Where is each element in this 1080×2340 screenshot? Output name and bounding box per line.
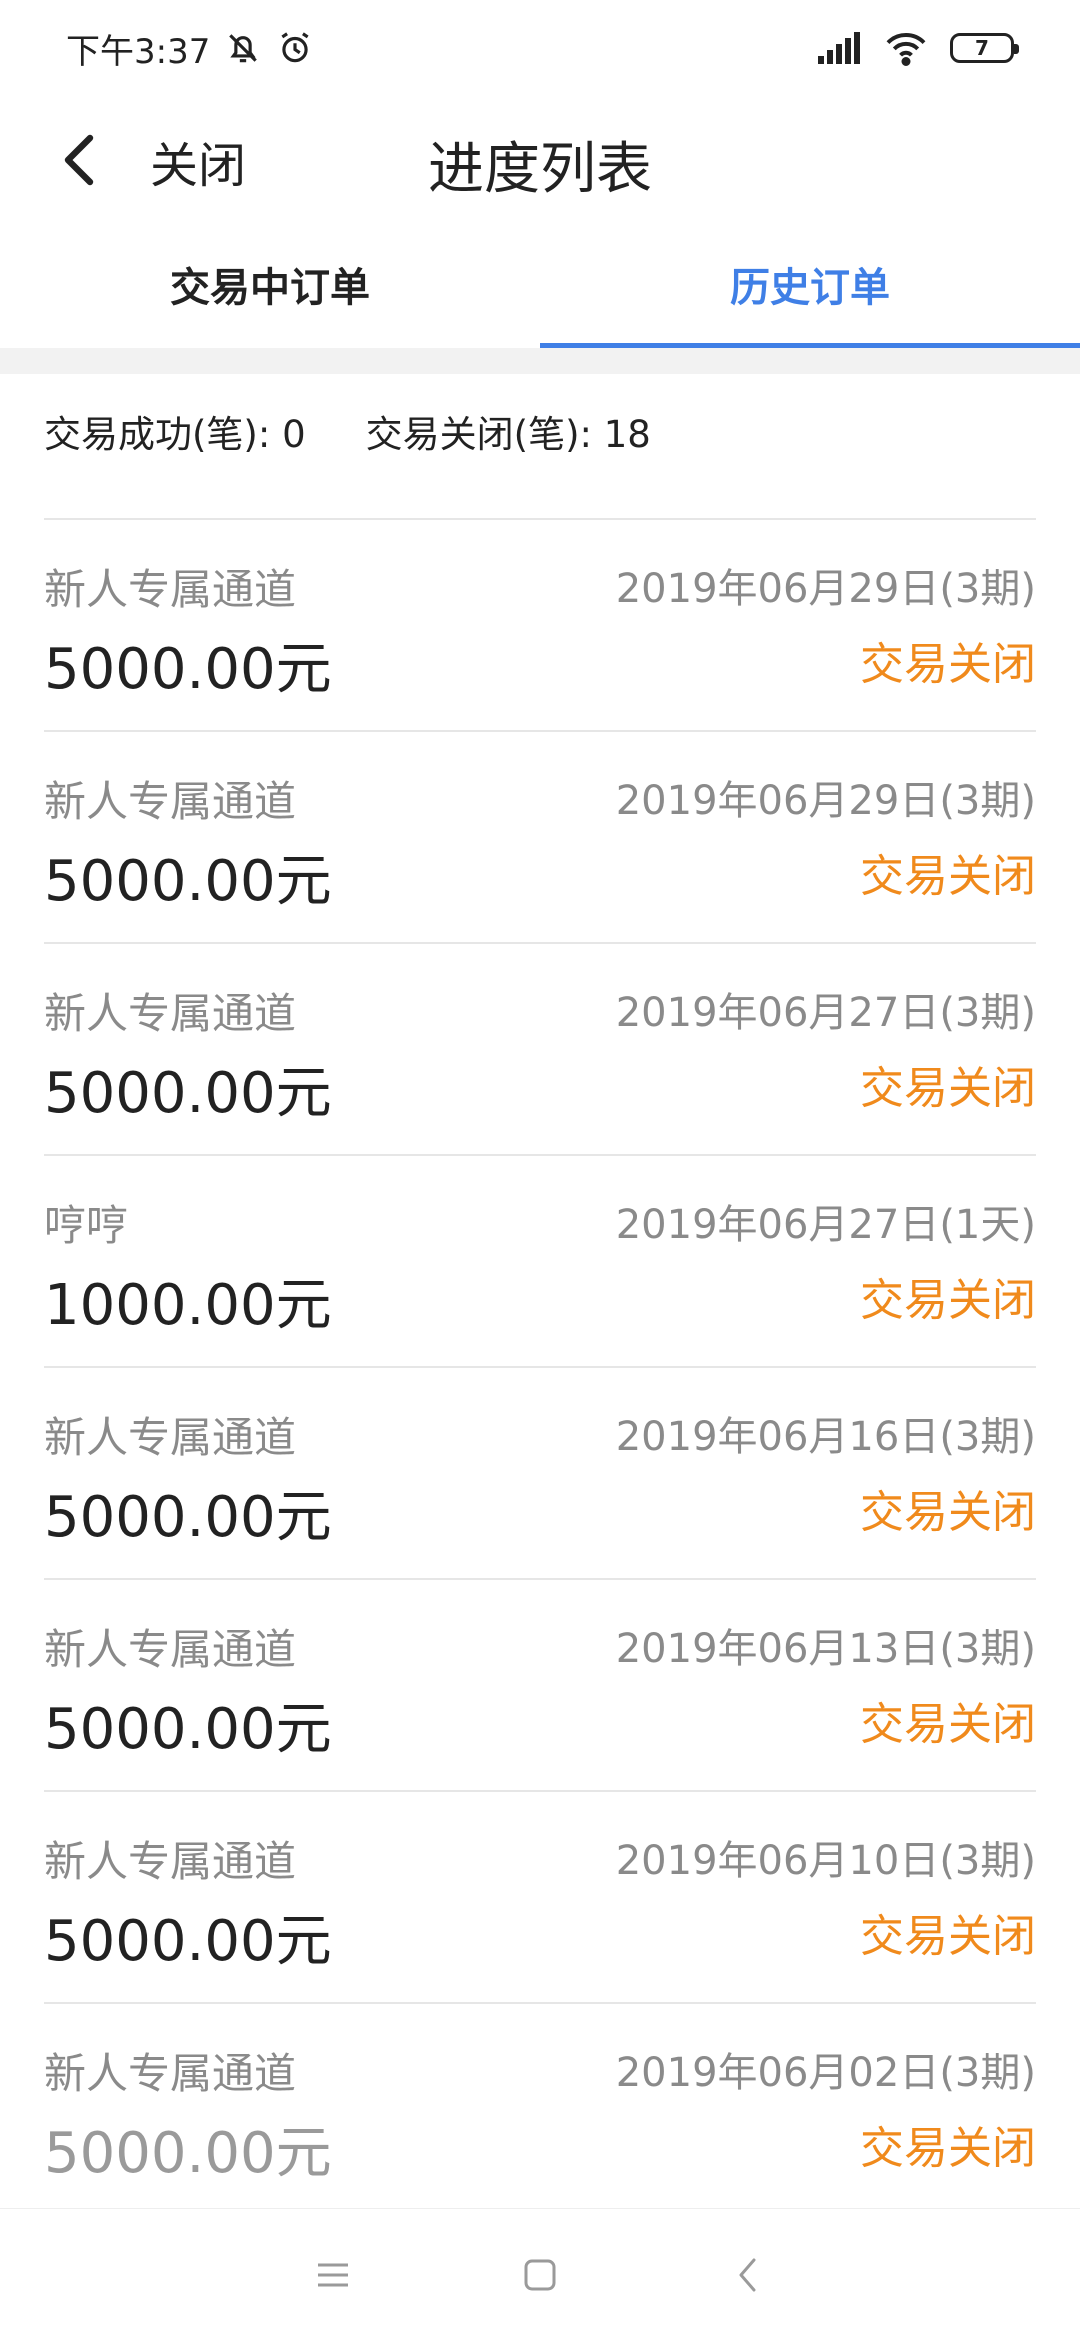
order-status: 交易关闭 <box>860 1063 1036 1114</box>
order-name: 新人专属通道 <box>44 989 297 1038</box>
status-time: 下午3:37 <box>66 31 211 72</box>
order-name: 新人专属通道 <box>44 1837 297 1886</box>
order-name: 哼哼 <box>44 1201 129 1250</box>
list-item[interactable]: 新人专属通道 5000.00元 2019年06月10日(3期) 交易关闭 <box>44 1792 1036 2004</box>
order-status: 交易关闭 <box>860 851 1036 902</box>
menu-button[interactable] <box>293 2235 373 2315</box>
order-amount: 5000.00元 <box>44 1697 332 1762</box>
page-title: 进度列表 <box>428 137 652 202</box>
list-item[interactable]: 新人专属通道 5000.00元 2019年06月27日(3期) 交易关闭 <box>44 944 1036 1156</box>
list-item[interactable]: 新人专属通道 5000.00元 2019年06月02日(3期) 交易关闭 <box>44 2004 1036 2216</box>
section-divider <box>0 348 1080 374</box>
wifi-icon <box>884 30 928 66</box>
success-count: 交易成功(笔): 0 <box>44 413 306 456</box>
order-amount: 5000.00元 <box>44 2121 332 2186</box>
order-status: 交易关闭 <box>860 1911 1036 1962</box>
order-date: 2019年06月27日(1天) <box>615 1202 1036 1248</box>
order-status: 交易关闭 <box>860 639 1036 690</box>
order-date: 2019年06月29日(3期) <box>615 778 1036 824</box>
alarm-icon <box>276 29 314 67</box>
menu-icon <box>318 2263 349 2286</box>
order-amount: 5000.00元 <box>44 849 332 914</box>
order-date: 2019年06月13日(3期) <box>615 1626 1036 1672</box>
signal-icon <box>818 31 862 65</box>
order-name: 新人专属通道 <box>44 1413 297 1462</box>
status-left: 下午3:37 <box>66 24 314 73</box>
order-summary: 交易成功(笔): 0 交易关闭(笔): 18 <box>44 404 651 458</box>
tab-trading-orders[interactable]: 交易中订单 <box>0 220 540 348</box>
chevron-left-icon <box>739 2258 756 2291</box>
list-item[interactable]: 新人专属通道 5000.00元 2019年06月29日(3期) 交易关闭 <box>44 520 1036 732</box>
order-date: 2019年06月10日(3期) <box>615 1838 1036 1884</box>
system-nav-bar <box>0 2208 1080 2340</box>
order-date: 2019年06月27日(3期) <box>615 990 1036 1036</box>
tab-history-orders[interactable]: 历史订单 <box>540 220 1080 348</box>
order-amount: 5000.00元 <box>44 1909 332 1974</box>
list-item[interactable]: 新人专属通道 5000.00元 2019年06月13日(3期) 交易关闭 <box>44 1580 1036 1792</box>
order-date: 2019年06月29日(3期) <box>615 566 1036 612</box>
status-bar: 下午3:37 7 <box>0 0 1080 96</box>
list-item[interactable]: 哼哼 1000.00元 2019年06月27日(1天) 交易关闭 <box>44 1156 1036 1368</box>
order-name: 新人专属通道 <box>44 777 297 826</box>
order-date: 2019年06月02日(3期) <box>615 2050 1036 2096</box>
status-right: 7 <box>818 30 1019 66</box>
mute-bell-icon <box>224 29 262 67</box>
battery-level: 7 <box>975 36 989 60</box>
order-tabs: 交易中订单 历史订单 <box>0 220 1080 348</box>
order-date: 2019年06月16日(3期) <box>615 1414 1036 1460</box>
order-status: 交易关闭 <box>860 1275 1036 1326</box>
home-button[interactable] <box>500 2235 580 2315</box>
order-status: 交易关闭 <box>860 1487 1036 1538</box>
list-item[interactable]: 新人专属通道 5000.00元 2019年06月29日(3期) 交易关闭 <box>44 732 1036 944</box>
order-status: 交易关闭 <box>860 1699 1036 1750</box>
nav-back-button[interactable] <box>707 2235 787 2315</box>
app-header: 关闭 进度列表 <box>0 96 1080 220</box>
home-square-icon <box>524 2259 556 2290</box>
order-amount: 5000.00元 <box>44 1061 332 1126</box>
order-amount: 5000.00元 <box>44 1485 332 1550</box>
order-amount: 1000.00元 <box>44 1273 332 1338</box>
order-amount: 5000.00元 <box>44 637 332 702</box>
battery-icon: 7 <box>950 33 1019 63</box>
order-name: 新人专属通道 <box>44 565 297 614</box>
order-status: 交易关闭 <box>860 2123 1036 2174</box>
order-name: 新人专属通道 <box>44 1625 297 1674</box>
list-item[interactable]: 新人专属通道 5000.00元 2019年06月16日(3期) 交易关闭 <box>44 1368 1036 1580</box>
order-list: 新人专属通道 5000.00元 2019年06月29日(3期) 交易关闭 新人专… <box>44 520 1036 2216</box>
closed-count: 交易关闭(笔): 18 <box>365 413 651 456</box>
order-name: 新人专属通道 <box>44 2049 297 2098</box>
